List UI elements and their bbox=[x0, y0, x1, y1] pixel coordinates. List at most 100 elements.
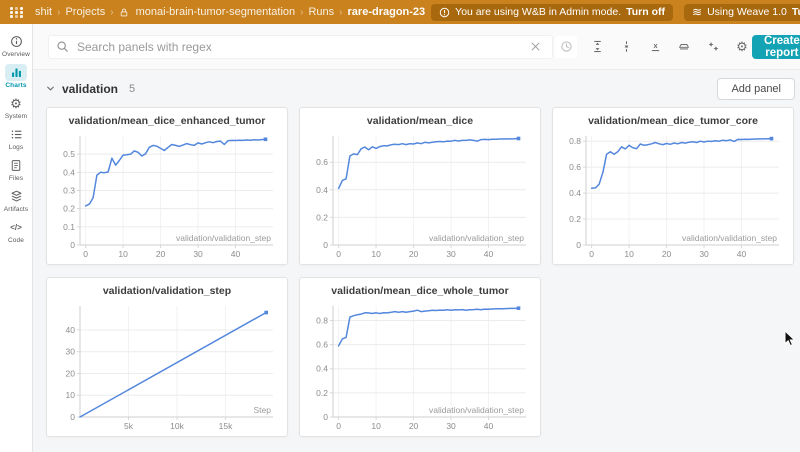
svg-text:0.2: 0.2 bbox=[316, 212, 328, 222]
chart-panel[interactable]: validation/mean_dice_enhanced_tumor 00.1… bbox=[46, 107, 288, 265]
breadcrumb-separator: › bbox=[110, 7, 113, 18]
search-input[interactable] bbox=[75, 39, 519, 55]
chart-title: validation/validation_step bbox=[51, 284, 283, 299]
svg-text:0: 0 bbox=[323, 412, 328, 422]
chart-panel[interactable]: validation/mean_dice 00.20.40.6010203040… bbox=[299, 107, 541, 265]
svg-text:0: 0 bbox=[70, 412, 75, 422]
section-title[interactable]: validation bbox=[62, 82, 118, 96]
svg-text:40: 40 bbox=[484, 249, 494, 259]
svg-text:0.6: 0.6 bbox=[569, 162, 581, 172]
bar-chart-icon bbox=[5, 64, 27, 81]
svg-text:20: 20 bbox=[156, 249, 166, 259]
svg-text:validation/validation_step: validation/validation_step bbox=[176, 233, 271, 243]
chevron-down-icon[interactable] bbox=[46, 84, 55, 93]
chart-plot[interactable]: 00.20.40.6010203040validation/validation… bbox=[304, 129, 536, 262]
svg-text:30: 30 bbox=[66, 347, 76, 357]
svg-text:10: 10 bbox=[371, 249, 381, 259]
panel-layout-icon[interactable] bbox=[674, 37, 694, 57]
info-icon bbox=[5, 33, 27, 50]
svg-text:0: 0 bbox=[323, 240, 328, 250]
left-sidebar: Overview Charts ⚙ System Logs Files Arti… bbox=[0, 24, 33, 452]
chart-panel[interactable]: validation/validation_step 0 10 20 30 40 5k 10… bbox=[46, 277, 288, 437]
svg-text:0.8: 0.8 bbox=[569, 136, 581, 146]
breadcrumb-run-name[interactable]: rare-dragon-23 bbox=[348, 6, 426, 18]
code-icon: </> bbox=[5, 219, 27, 236]
collapse-panels-icon[interactable] bbox=[616, 37, 636, 57]
sidebar-item-label: Code bbox=[8, 237, 24, 244]
weave-turn-off-link[interactable]: Turn off bbox=[792, 6, 800, 18]
expand-panels-icon[interactable] bbox=[587, 37, 607, 57]
navbar-right: You are using W&B in Admin mode. Turn of… bbox=[431, 2, 800, 22]
create-report-button[interactable]: Create report bbox=[752, 35, 800, 59]
admin-banner-text: You are using W&B in Admin mode. bbox=[455, 6, 621, 18]
sparkle-icon[interactable] bbox=[703, 37, 723, 57]
svg-text:0: 0 bbox=[576, 240, 581, 250]
breadcrumb-user[interactable]: shit bbox=[35, 6, 52, 18]
svg-text:0.5: 0.5 bbox=[63, 149, 75, 159]
breadcrumb-projects[interactable]: Projects bbox=[65, 6, 105, 18]
admin-turn-off-link[interactable]: Turn off bbox=[626, 6, 665, 18]
svg-text:0.2: 0.2 bbox=[316, 388, 328, 398]
svg-text:20: 20 bbox=[409, 249, 419, 259]
sidebar-item-label: Logs bbox=[9, 144, 24, 151]
history-clock-icon[interactable] bbox=[555, 36, 577, 58]
svg-text:0.2: 0.2 bbox=[63, 204, 75, 214]
sidebar-item-label: Overview bbox=[2, 51, 30, 58]
clear-search-icon[interactable] bbox=[525, 37, 545, 57]
weave-banner[interactable]: ≋ Using Weave 1.0 Turn off bbox=[684, 4, 800, 21]
svg-text:20: 20 bbox=[66, 368, 76, 378]
svg-text:10k: 10k bbox=[170, 421, 184, 431]
svg-text:5k: 5k bbox=[124, 421, 134, 431]
svg-text:0.4: 0.4 bbox=[316, 364, 328, 374]
breadcrumb-runs[interactable]: Runs bbox=[308, 6, 334, 18]
sidebar-item-logs[interactable]: Logs bbox=[0, 126, 32, 151]
breadcrumb-separator: › bbox=[339, 7, 342, 18]
chart-tools: x ⚙ bbox=[587, 37, 752, 57]
chart-title: validation/mean_dice_enhanced_tumor bbox=[51, 114, 283, 129]
chart-plot[interactable]: 0102030405k10k15kStep bbox=[51, 299, 283, 434]
panel-toolbar: x ⚙ Create report bbox=[33, 24, 800, 70]
svg-text:0.2: 0.2 bbox=[569, 214, 581, 224]
svg-text:10: 10 bbox=[66, 390, 76, 400]
chart-title: validation/mean_dice bbox=[304, 114, 536, 129]
chart-plot[interactable]: 00.10.20.30.40.5010203040validation/vali… bbox=[51, 129, 283, 262]
sidebar-item-charts[interactable]: Charts bbox=[0, 64, 32, 89]
chart-plot[interactable]: 00.20.40.60.8010203040validation/validat… bbox=[557, 129, 789, 262]
sidebar-item-system[interactable]: ⚙ System bbox=[0, 95, 32, 120]
weave-icon: ≋ bbox=[692, 6, 702, 18]
chart-panel[interactable]: validation/mean_dice_whole_tumor 0 0.2 0.4… bbox=[299, 277, 541, 437]
svg-text:30: 30 bbox=[446, 421, 456, 431]
wandb-logo[interactable] bbox=[10, 7, 23, 18]
breadcrumb-project[interactable]: monai-brain-tumor-segmentation bbox=[136, 6, 296, 18]
svg-text:x: x bbox=[653, 41, 657, 50]
svg-text:30: 30 bbox=[193, 249, 203, 259]
chart-title: validation/mean_dice_whole_tumor bbox=[304, 284, 536, 299]
chart-plot[interactable]: 00.20.40.60.8010203040validation/validat… bbox=[304, 299, 536, 434]
svg-text:40: 40 bbox=[737, 249, 747, 259]
top-navbar: shit › Projects › monai-brain-tumor-segm… bbox=[0, 0, 800, 24]
x-axis-settings-icon[interactable]: x bbox=[645, 37, 665, 57]
panel-search-box[interactable] bbox=[48, 35, 553, 59]
sidebar-item-code[interactable]: </> Code bbox=[0, 219, 32, 244]
exclamation-circle-icon bbox=[439, 7, 450, 18]
svg-text:40: 40 bbox=[66, 325, 76, 335]
svg-text:10: 10 bbox=[371, 421, 381, 431]
sidebar-item-label: System bbox=[5, 113, 27, 120]
panel-grid: validation/mean_dice_enhanced_tumor 00.1… bbox=[46, 107, 796, 437]
svg-text:0.6: 0.6 bbox=[316, 157, 328, 167]
sidebar-item-artifacts[interactable]: Artifacts bbox=[0, 188, 32, 213]
svg-text:10: 10 bbox=[624, 249, 634, 259]
svg-text:10: 10 bbox=[118, 249, 128, 259]
chart-panel[interactable]: validation/mean_dice_tumor_core 00.20.40… bbox=[552, 107, 794, 265]
svg-text:30: 30 bbox=[446, 249, 456, 259]
svg-text:0: 0 bbox=[83, 249, 88, 259]
settings-gear-icon[interactable]: ⚙ bbox=[732, 37, 752, 57]
svg-text:20: 20 bbox=[409, 421, 419, 431]
svg-text:0: 0 bbox=[589, 249, 594, 259]
sidebar-item-overview[interactable]: Overview bbox=[0, 33, 32, 58]
sidebar-item-label: Files bbox=[9, 175, 23, 182]
sidebar-item-files[interactable]: Files bbox=[0, 157, 32, 182]
add-panel-button[interactable]: Add panel bbox=[717, 78, 795, 100]
svg-text:validation/validation_step: validation/validation_step bbox=[429, 405, 524, 415]
admin-mode-banner[interactable]: You are using W&B in Admin mode. Turn of… bbox=[431, 4, 673, 21]
